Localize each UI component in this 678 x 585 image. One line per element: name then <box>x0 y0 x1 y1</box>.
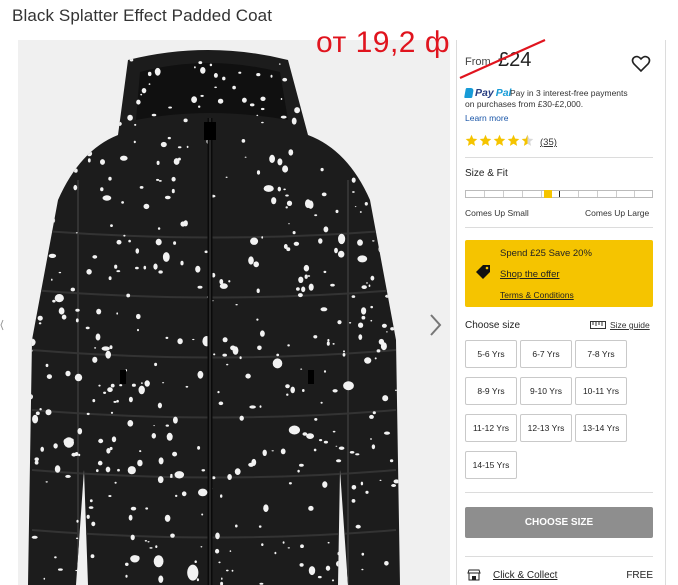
gallery-prev-edge[interactable] <box>0 318 4 331</box>
size-option-button[interactable]: 14-15 Yrs <box>465 451 517 479</box>
fit-tick <box>541 191 542 197</box>
shop-offer-link[interactable]: Shop the offer <box>500 269 560 280</box>
review-count-link[interactable]: (35) <box>540 137 557 148</box>
product-image-gallery[interactable] <box>18 40 450 585</box>
gallery-next-arrow[interactable] <box>427 311 445 339</box>
choose-size-label: Choose size <box>465 320 521 331</box>
click-collect-price: FREE <box>626 570 653 581</box>
divider <box>465 227 653 228</box>
fit-marker <box>544 190 552 198</box>
paypal-text-line1: Pay in 3 interest-free payments <box>510 88 628 98</box>
size-option-button[interactable]: 6-7 Yrs <box>520 340 572 368</box>
chevron-right-icon <box>430 314 442 336</box>
fit-tick <box>484 191 485 197</box>
size-option-button[interactable]: 12-13 Yrs <box>520 414 572 442</box>
ruler-icon <box>590 321 606 329</box>
paypal-brand-1: Pay <box>475 87 494 99</box>
size-guide-label: Size guide <box>610 320 650 330</box>
rating-stars[interactable] <box>465 134 534 147</box>
price-tag-icon <box>476 265 490 279</box>
star-icon <box>521 134 534 146</box>
fit-tick <box>597 191 598 197</box>
product-title: Black Splatter Effect Padded Coat <box>12 6 273 25</box>
click-collect-link[interactable]: Click & Collect <box>493 570 557 581</box>
fit-tick <box>522 191 523 197</box>
size-fit-scale <box>465 190 653 198</box>
store-icon <box>467 569 481 581</box>
size-guide-link[interactable]: Size guide <box>590 320 650 330</box>
paypal-text-line2: on purchases from £30-£2,000. <box>465 99 584 109</box>
fit-tick-center <box>559 191 560 197</box>
size-option-button[interactable]: 8-9 Yrs <box>465 377 517 405</box>
paypal-logo: Pay Pal <box>464 87 511 99</box>
size-option-button[interactable]: 9-10 Yrs <box>520 377 572 405</box>
paypal-learn-more-link[interactable]: Learn more <box>465 113 508 123</box>
fit-tick <box>578 191 579 197</box>
fit-left-label: Comes Up Small <box>465 208 529 218</box>
star-icon <box>493 134 506 146</box>
offer-title: Spend £25 Save 20% <box>500 248 592 259</box>
overlay-converted-price: от 19,2 ф <box>316 26 451 59</box>
star-icon <box>507 134 520 146</box>
product-image <box>28 50 400 585</box>
fit-right-label: Comes Up Large <box>585 208 650 218</box>
fit-tick <box>616 191 617 197</box>
price-from-label: From <box>465 56 491 68</box>
choose-size-button[interactable]: CHOOSE SIZE <box>465 507 653 538</box>
size-option-button[interactable]: 7-8 Yrs <box>575 340 627 368</box>
click-collect-row: Click & Collect FREE <box>465 568 653 584</box>
size-option-button[interactable]: 13-14 Yrs <box>575 414 627 442</box>
divider <box>465 157 653 158</box>
divider <box>465 556 653 557</box>
star-icon <box>479 134 492 146</box>
star-icon <box>465 134 478 146</box>
heart-icon[interactable] <box>631 54 651 74</box>
divider <box>465 492 653 493</box>
size-option-button[interactable]: 11-12 Yrs <box>465 414 517 442</box>
size-option-button[interactable]: 5-6 Yrs <box>465 340 517 368</box>
paypal-icon <box>464 88 474 98</box>
offer-terms-link[interactable]: Terms & Conditions <box>500 290 574 300</box>
fit-tick <box>503 191 504 197</box>
fit-tick <box>634 191 635 197</box>
price-value: £24 <box>498 49 532 71</box>
size-fit-title: Size & Fit <box>465 168 508 179</box>
offer-banner: Spend £25 Save 20% Shop the offer Terms … <box>465 240 653 307</box>
size-option-button[interactable]: 10-11 Yrs <box>575 377 627 405</box>
